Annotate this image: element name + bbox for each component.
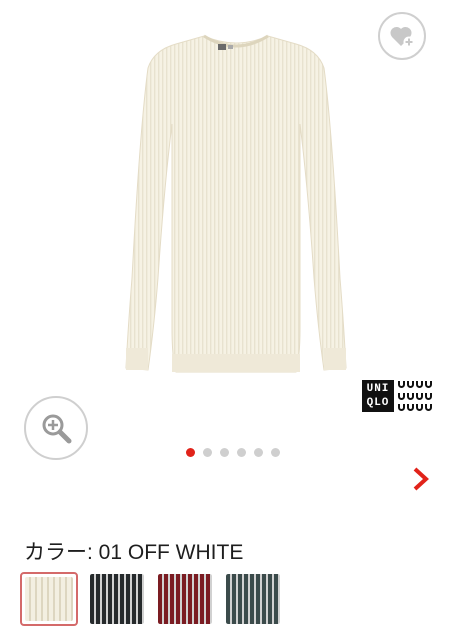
- zoom-button[interactable]: [24, 396, 88, 460]
- pager-dot[interactable]: [271, 448, 280, 457]
- product-image: [125, 34, 347, 373]
- color-label: カラー: 01 OFF WHITE: [24, 541, 244, 564]
- magnifier-plus-icon: [42, 414, 72, 444]
- chevron-right-icon[interactable]: [410, 466, 432, 492]
- favorite-button[interactable]: [378, 12, 426, 60]
- product-gallery[interactable]: UNI QLO: [0, 0, 468, 491]
- brand-logo: UNI QLO: [362, 380, 434, 412]
- swatch-dark-green[interactable]: [224, 572, 282, 626]
- swatch-off-white[interactable]: [20, 572, 78, 626]
- logo-text-bottom: QLO: [366, 397, 390, 409]
- swatch-fill: [226, 574, 280, 624]
- heart-plus-icon: [390, 26, 415, 48]
- image-pager[interactable]: [186, 448, 280, 457]
- pager-dot[interactable]: [186, 448, 195, 457]
- pager-dot[interactable]: [220, 448, 229, 457]
- swatch-dark-red[interactable]: [156, 572, 214, 626]
- swatch-fill: [25, 577, 73, 621]
- pager-dot[interactable]: [203, 448, 212, 457]
- brand-logo-mark: UNI QLO: [362, 380, 394, 412]
- pager-dot[interactable]: [254, 448, 263, 457]
- brand-logo-pattern: [398, 380, 432, 412]
- color-swatches[interactable]: [20, 572, 282, 626]
- swatch-fill: [90, 574, 144, 624]
- pager-dot[interactable]: [237, 448, 246, 457]
- swatch-black[interactable]: [88, 572, 146, 626]
- logo-text-top: UNI: [366, 383, 390, 395]
- swatch-fill: [158, 574, 212, 624]
